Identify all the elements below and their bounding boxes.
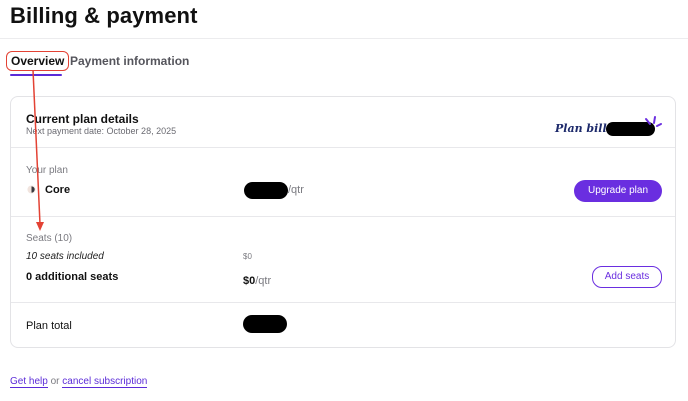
plan-price-suffix: /qtr [288,184,304,196]
additional-price-suffix: /qtr [255,275,272,287]
tab-payment-information[interactable]: Payment information [70,51,189,71]
core-plan-icon [27,185,36,194]
plan-card: Current plan details Next payment date: … [10,96,676,348]
get-help-link[interactable]: Get help [10,376,48,388]
additional-seats-price: $0/qtr [243,271,271,289]
next-payment-date: Next payment date: October 28, 2025 [26,126,177,136]
page-title: Billing & payment [10,3,198,28]
additional-seats-text: 0 additional seats [26,271,119,283]
cancel-subscription-link[interactable]: cancel subscription [62,376,148,388]
plan-total-label: Plan total [26,320,72,332]
divider-top [11,147,675,148]
plan-price-redaction [244,182,288,199]
divider-middle [11,216,675,217]
footer-links: Get help or cancel subscription [10,376,148,388]
tab-overview-underline [10,74,62,76]
upgrade-plan-button[interactable]: Upgrade plan [574,180,662,202]
footer-or-text: or [50,376,60,387]
tab-overview[interactable]: Overview [6,51,70,71]
divider-bottom [11,302,675,303]
seats-included-text: 10 seats included [26,251,104,262]
plan-name: Core [45,184,71,196]
plan-details-title: Current plan details [26,112,139,126]
seats-label: Seats (10) [26,233,73,244]
your-plan-label: Your plan [26,165,68,176]
additional-price-amount: $0 [243,275,256,287]
plan-total-redaction [243,315,287,333]
seats-included-price: $0 [243,252,252,261]
add-seats-button[interactable]: Add seats [592,266,662,288]
title-divider [0,38,688,39]
sparkle-icon [645,116,662,127]
